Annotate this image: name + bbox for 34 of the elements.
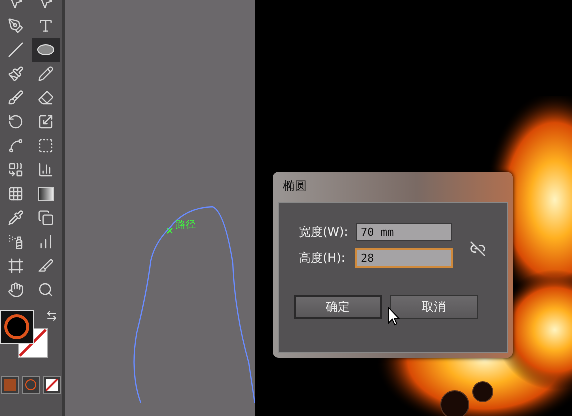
sprayer-icon (8, 234, 24, 250)
ellipse-tool[interactable] (32, 38, 60, 62)
swap-icon[interactable] (46, 310, 58, 322)
eraser-icon (38, 90, 54, 106)
fill-swatch[interactable] (0, 310, 34, 344)
cursor-icon (388, 307, 400, 327)
gradient-icon (38, 187, 54, 201)
slice-icon (38, 258, 54, 274)
field-label: 高度(H): (299, 250, 346, 266)
rotate-icon (8, 114, 24, 130)
pencil-icon (38, 66, 54, 82)
line-icon (8, 42, 24, 58)
color-mode-button[interactable] (1, 376, 19, 394)
link-icon[interactable] (470, 241, 486, 257)
type-icon (38, 18, 54, 34)
zoom-icon (38, 282, 54, 298)
size-input-field[interactable]: 70 mm (356, 223, 452, 241)
hand-icon (8, 282, 24, 298)
artboard-icon (8, 258, 24, 274)
graph-icon (38, 234, 54, 250)
field-label: 宽度(W): (299, 224, 350, 240)
dialog-button[interactable]: 确定 (294, 295, 382, 319)
mesh-icon (8, 186, 24, 202)
path-label: 路径 (176, 219, 196, 232)
none-mode-button[interactable] (43, 376, 61, 394)
dialog-title: 椭圆 (282, 178, 308, 195)
brush-icon (8, 66, 24, 82)
dialog-button[interactable]: 取消 (390, 295, 478, 319)
size-input-field[interactable]: 28 (356, 249, 452, 267)
eyedropper-icon (8, 210, 24, 226)
anchor-point-icon (167, 228, 173, 234)
scale-icon (38, 114, 54, 130)
ellipse-icon (37, 44, 55, 56)
pen-icon (8, 18, 24, 34)
